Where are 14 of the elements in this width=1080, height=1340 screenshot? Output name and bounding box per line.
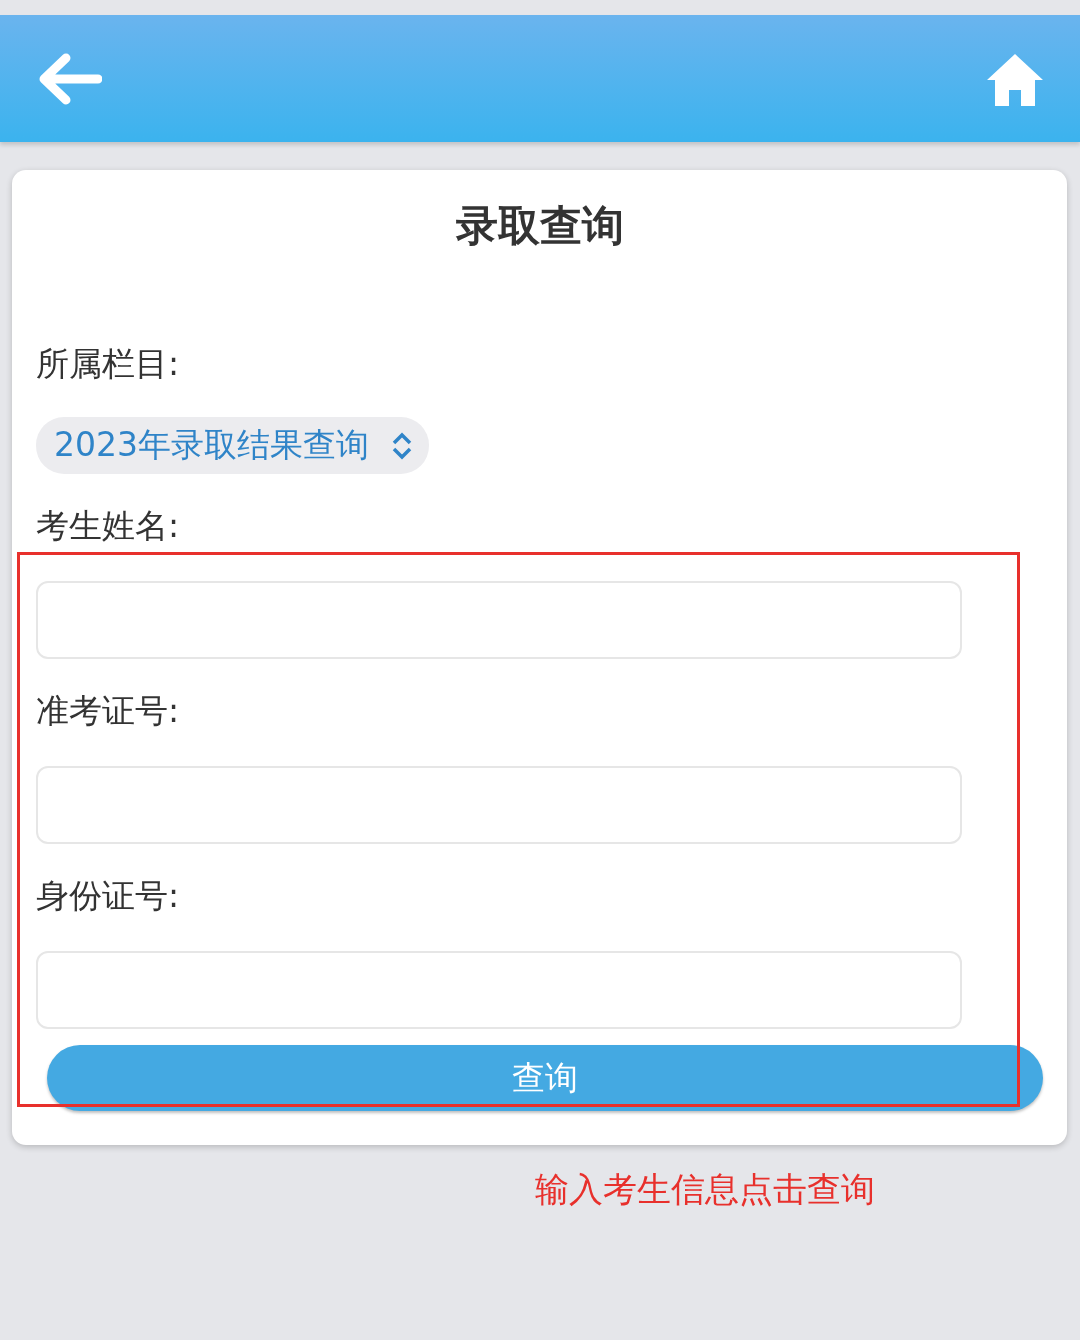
input-field[interactable] <box>36 581 962 659</box>
category-select[interactable]: 2023年录取结果查询 <box>36 417 429 474</box>
updown-chevron-icon <box>391 430 413 461</box>
home-button[interactable] <box>986 51 1044 106</box>
page-title: 录取查询 <box>454 200 625 252</box>
field-label: 身份证号: <box>36 875 181 917</box>
query-button[interactable]: 查询 <box>47 1045 1043 1111</box>
input-field[interactable] <box>36 951 962 1029</box>
field-label: 准考证号: <box>36 690 181 732</box>
home-icon <box>986 51 1044 106</box>
annotation-note: 输入考生信息点击查询 <box>535 1168 876 1211</box>
input-field[interactable] <box>36 766 962 844</box>
field-label: 所属栏目: <box>36 343 181 385</box>
field-label: 考生姓名: <box>36 505 181 547</box>
